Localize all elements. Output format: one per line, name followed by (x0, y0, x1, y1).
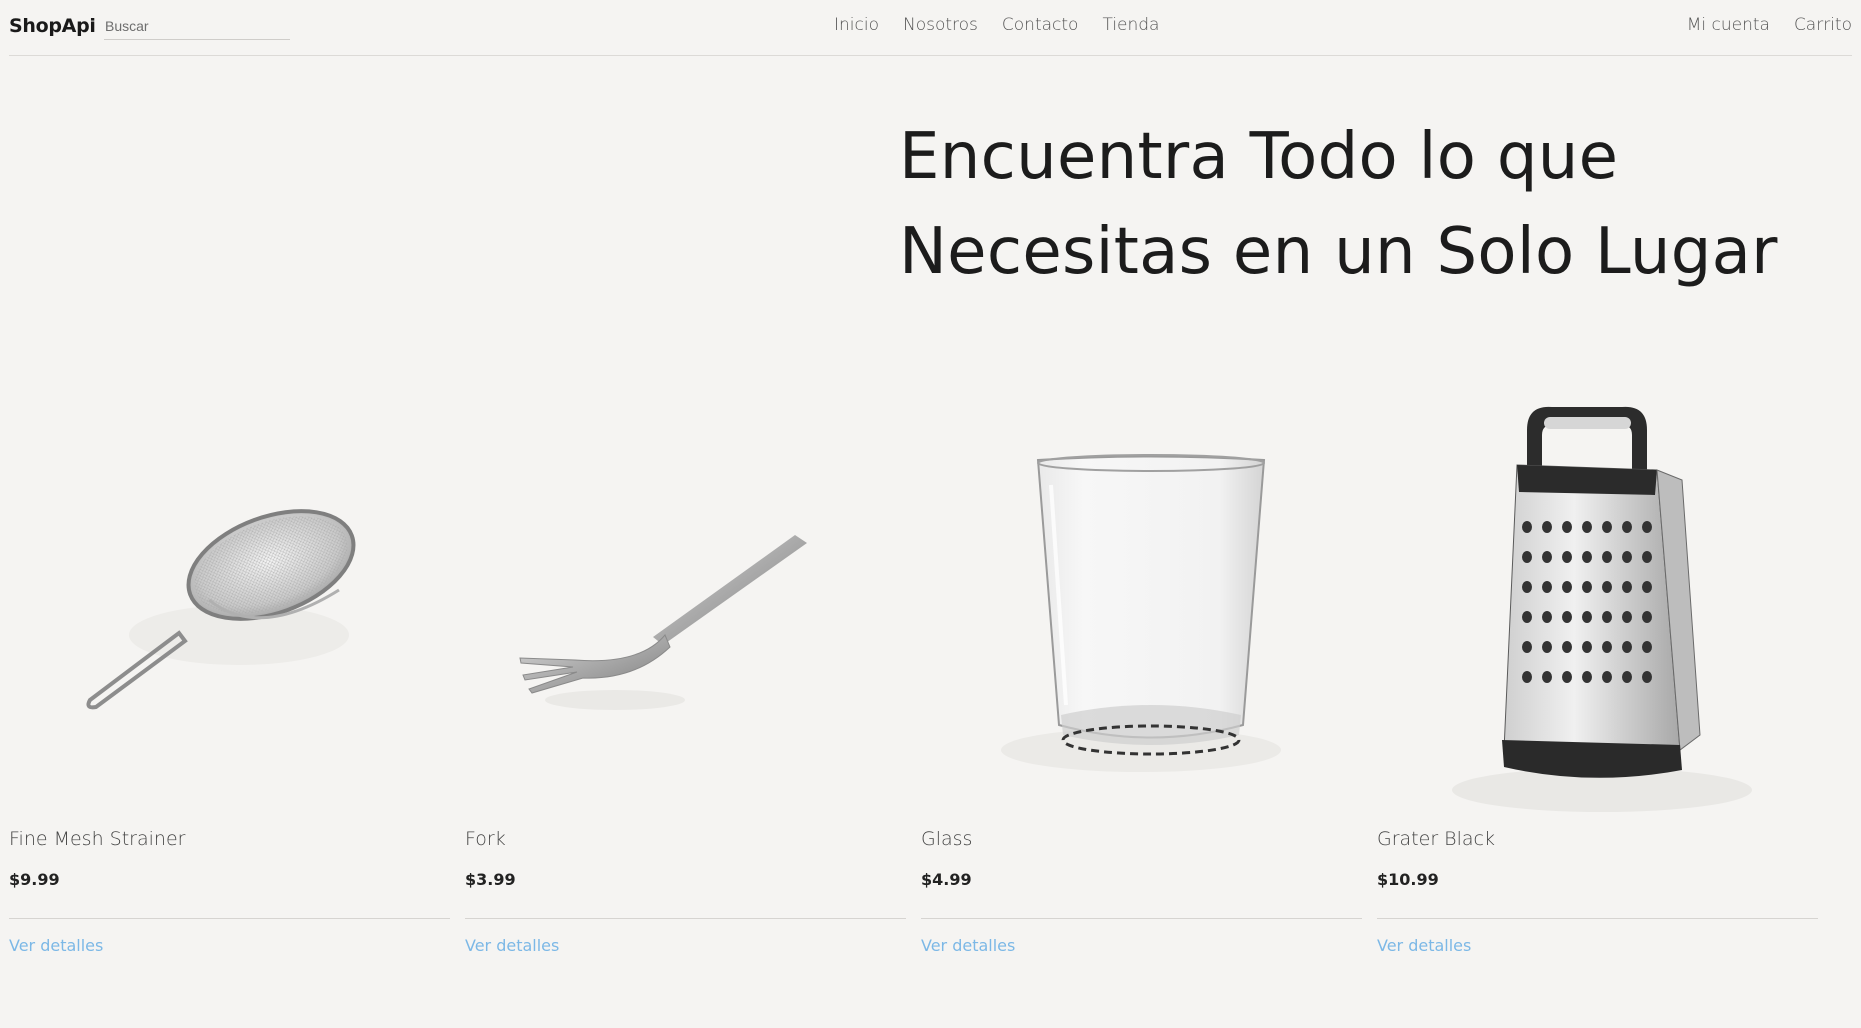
product-image[interactable] (921, 395, 1362, 815)
view-details-link[interactable]: Ver detalles (921, 936, 1015, 955)
hero-heading-line-1: Encuentra Todo lo que (899, 120, 1619, 194)
product-image[interactable] (465, 395, 906, 815)
view-details-link[interactable]: Ver detalles (465, 936, 559, 955)
product-price: $9.99 (9, 870, 60, 889)
divider (1377, 918, 1818, 919)
search-input[interactable] (104, 12, 290, 40)
nav-link-inicio[interactable]: Inicio (834, 15, 879, 35)
view-details-link[interactable]: Ver detalles (1377, 936, 1471, 955)
divider (921, 918, 1362, 919)
product-name: Grater Black (1377, 828, 1495, 850)
cart-link[interactable]: Carrito (1794, 15, 1852, 35)
nav-link-tienda[interactable]: Tienda (1102, 15, 1159, 35)
strainer-icon (86, 509, 356, 710)
product-grid: Fine Mesh Strainer $9.99 Ver detalles Fo… (9, 395, 1829, 975)
product-name: Fork (465, 828, 506, 850)
product-image[interactable] (1377, 395, 1818, 815)
product-name: Fine Mesh Strainer (9, 828, 186, 850)
product-price: $10.99 (1377, 870, 1439, 889)
product-card: Grater Black $10.99 Ver detalles (1377, 395, 1818, 965)
nav-link-contacto[interactable]: Contacto (1002, 15, 1079, 35)
hero-heading-line-2: Necesitas en un Solo Lugar (899, 215, 1778, 289)
account-link[interactable]: Mi cuenta (1687, 15, 1770, 35)
product-image[interactable] (9, 395, 450, 815)
glass-icon (1001, 454, 1281, 772)
brand-logo[interactable]: ShopApi (9, 15, 96, 37)
fork-icon (519, 535, 807, 710)
product-price: $3.99 (465, 870, 516, 889)
nav-link-nosotros[interactable]: Nosotros (903, 15, 978, 35)
grater-icon (1452, 406, 1752, 812)
hero-heading: Encuentra Todo lo que Necesitas en un So… (899, 110, 1839, 300)
main-nav: Inicio Nosotros Contacto Tienda (834, 15, 1183, 35)
product-card: Glass $4.99 Ver detalles (921, 395, 1362, 965)
product-card: Fork $3.99 Ver detalles (465, 395, 906, 965)
divider (9, 918, 450, 919)
top-navigation-bar: ShopApi Inicio Nosotros Contacto Tienda … (9, 0, 1852, 56)
divider (465, 918, 906, 919)
product-name: Glass (921, 828, 973, 850)
product-card: Fine Mesh Strainer $9.99 Ver detalles (9, 395, 450, 965)
user-nav: Mi cuenta Carrito (1663, 15, 1852, 35)
product-price: $4.99 (921, 870, 972, 889)
view-details-link[interactable]: Ver detalles (9, 936, 103, 955)
